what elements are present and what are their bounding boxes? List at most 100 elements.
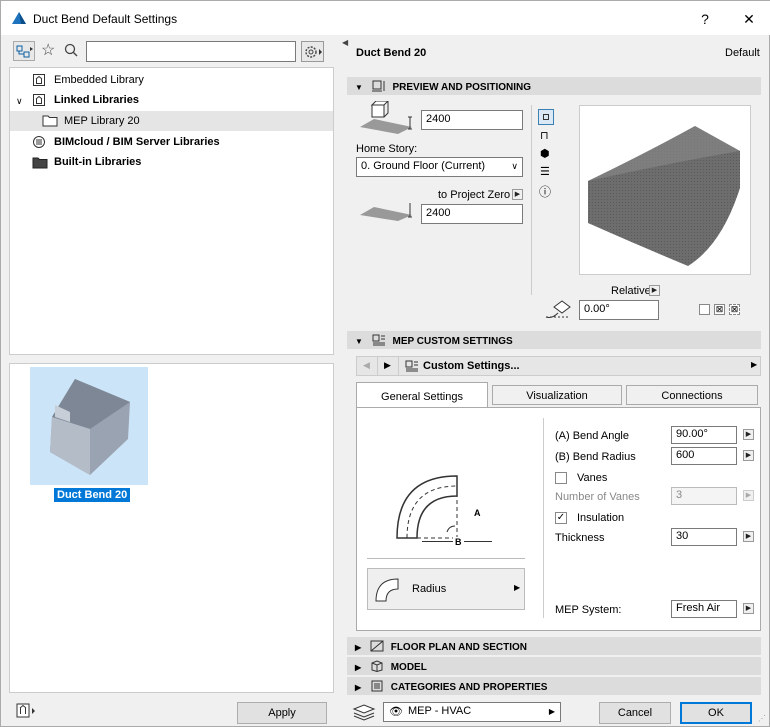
preview-view-3d-icon[interactable]: ⬢ xyxy=(540,147,550,160)
mirror-none-toggle[interactable] xyxy=(699,304,710,315)
resize-grip-icon[interactable]: ⋰ xyxy=(758,714,766,723)
mep-system-select[interactable]: Fresh Air xyxy=(671,600,737,618)
library-settings-button[interactable] xyxy=(301,41,324,62)
divider xyxy=(543,418,544,618)
diagram-label-b: B xyxy=(453,537,464,547)
reference-level-popup-icon[interactable]: ▶ xyxy=(512,189,523,200)
favorites-star-icon[interactable]: ☆ xyxy=(41,40,55,60)
library-tree: Embedded Library ∨ Linked Libraries MEP … xyxy=(9,67,334,355)
tree-item-bimcloud[interactable]: BIMcloud / BIM Server Libraries xyxy=(32,136,220,148)
section-floor-plan-and-section[interactable]: ▶ FLOOR PLAN AND SECTION xyxy=(347,637,761,655)
elevation-input[interactable]: 2400 xyxy=(421,204,523,224)
elevation-icon xyxy=(360,203,412,221)
height-input[interactable]: 2400 xyxy=(421,110,523,130)
thickness-input[interactable]: 30 xyxy=(671,528,737,546)
divider xyxy=(377,357,378,375)
diagram-label-a: A xyxy=(474,508,481,518)
library-tree-icon xyxy=(16,45,33,58)
ok-button[interactable]: OK xyxy=(680,702,752,724)
bend-angle-popup-icon[interactable]: ▶ xyxy=(743,429,754,440)
object-thumbnail-selected[interactable] xyxy=(30,367,148,485)
tab-visualization[interactable]: Visualization xyxy=(492,385,622,405)
section-mep-custom-settings[interactable]: ▼ MEP CUSTOM SETTINGS xyxy=(347,331,761,349)
bend-type-popup-icon: ▶ xyxy=(514,583,521,592)
mep-system-popup-icon[interactable]: ▶ xyxy=(743,603,754,614)
bend-radius-popup-icon[interactable]: ▶ xyxy=(743,450,754,461)
tree-item-label: Built-in Libraries xyxy=(54,156,142,168)
tree-item-mep-library[interactable]: MEP Library 20 xyxy=(10,111,333,131)
vanes-checkbox[interactable] xyxy=(555,472,567,484)
search-icon[interactable] xyxy=(64,43,78,57)
custom-settings-icon xyxy=(405,360,418,372)
preview-info-icon[interactable]: ⓘ xyxy=(539,183,551,200)
bend-type-label: Radius xyxy=(412,583,447,595)
divider xyxy=(398,357,399,375)
general-settings-panel: A B Radius ▶ (A) Bend Angle 90.00° ▶ (B)… xyxy=(356,407,761,631)
divider xyxy=(531,105,532,295)
bend-type-button[interactable]: Radius ▶ xyxy=(367,568,525,610)
section-collapsed-icon: ▶ xyxy=(355,643,362,652)
relative-label: Relative xyxy=(611,285,651,297)
divider xyxy=(367,558,525,559)
section-preview-positioning[interactable]: ▼ PREVIEW AND POSITIONING xyxy=(347,77,761,95)
radius-bend-icon xyxy=(375,578,399,602)
bend-radius-input[interactable]: 600 xyxy=(671,447,737,465)
height-icon xyxy=(360,101,412,134)
relative-popup-icon[interactable]: ▶ xyxy=(649,285,660,296)
close-button[interactable]: ✕ xyxy=(731,7,767,31)
home-story-select[interactable]: 0. Ground Floor (Current) ∨ xyxy=(356,157,523,177)
next-page-icon[interactable]: ▶ xyxy=(384,360,391,371)
tree-item-linked-libraries[interactable]: Linked Libraries xyxy=(32,94,139,106)
tree-item-label: Linked Libraries xyxy=(54,94,139,106)
previous-page-icon[interactable]: ◀ xyxy=(363,360,370,371)
object-name-title: Duct Bend 20 xyxy=(356,47,427,59)
preview-view-list-icon[interactable]: ☰ xyxy=(540,165,550,178)
home-story-label: Home Story: xyxy=(356,143,418,155)
duct-bend-thumbnail-icon xyxy=(50,379,130,475)
help-button[interactable]: ? xyxy=(687,7,723,31)
library-manager-icon xyxy=(16,703,35,718)
expand-chevron-icon[interactable]: ∨ xyxy=(16,96,23,107)
page-popup-icon[interactable]: ▶ xyxy=(751,360,757,369)
title-bar: Duct Bend Default Settings ? ✕ xyxy=(1,1,770,35)
section-model[interactable]: ▶ MODEL xyxy=(347,657,761,675)
cancel-button[interactable]: Cancel xyxy=(599,702,671,724)
linked-library-icon xyxy=(33,94,45,106)
builtin-folder-icon xyxy=(32,157,48,169)
number-of-vanes-input[interactable]: 3 xyxy=(671,487,737,505)
number-of-vanes-popup-icon[interactable]: ▶ xyxy=(743,490,754,501)
custom-page-bar: ◀ ▶ Custom Settings... ▶ xyxy=(356,356,761,376)
tree-item-builtin-libraries[interactable]: Built-in Libraries xyxy=(32,156,142,169)
section-categories-and-properties[interactable]: ▶ CATEGORIES AND PROPERTIES xyxy=(347,677,761,695)
library-search-input[interactable] xyxy=(86,41,296,62)
tab-general-settings[interactable]: General Settings xyxy=(356,382,488,408)
object-preview xyxy=(579,105,751,275)
model-cube-icon xyxy=(371,660,383,673)
library-manager-button[interactable] xyxy=(15,702,37,720)
insulation-checkbox[interactable]: ✓ xyxy=(555,512,567,524)
selected-object-label[interactable]: Duct Bend 20 xyxy=(54,488,131,502)
mirror-dashed-toggle-icon[interactable]: ⊠ xyxy=(729,304,740,315)
section-collapsed-icon: ▶ xyxy=(355,663,362,672)
tree-item-embedded-library[interactable]: Embedded Library xyxy=(32,74,144,86)
vanes-label: Vanes xyxy=(577,472,608,484)
mirror-toggle-icon[interactable]: ⊠ xyxy=(714,304,725,315)
folder-icon xyxy=(42,115,58,127)
library-view-button[interactable] xyxy=(13,41,35,61)
archicad-logo-icon xyxy=(12,12,26,24)
tree-item-label: MEP Library 20 xyxy=(64,115,140,127)
rotation-angle-icon xyxy=(545,300,571,318)
layer-select[interactable]: 👁 MEP - HVAC ▶ xyxy=(383,702,561,722)
positioning-icon xyxy=(371,80,385,92)
mep-system-label: MEP System: xyxy=(555,604,622,616)
preview-view-elevation-icon[interactable]: ⊓ xyxy=(540,129,549,142)
custom-settings-page-select[interactable]: Custom Settings... xyxy=(423,360,520,372)
apply-button[interactable]: Apply xyxy=(237,702,327,724)
collapse-panel-icon[interactable]: ◀ xyxy=(342,38,348,47)
bend-angle-input[interactable]: 90.00° xyxy=(671,426,737,444)
rotation-angle-input[interactable]: 0.00° xyxy=(579,300,659,320)
thickness-popup-icon[interactable]: ▶ xyxy=(743,531,754,542)
tab-connections[interactable]: Connections xyxy=(626,385,758,405)
bend-diagram xyxy=(396,475,458,539)
preview-view-2d-button[interactable] xyxy=(538,109,554,125)
